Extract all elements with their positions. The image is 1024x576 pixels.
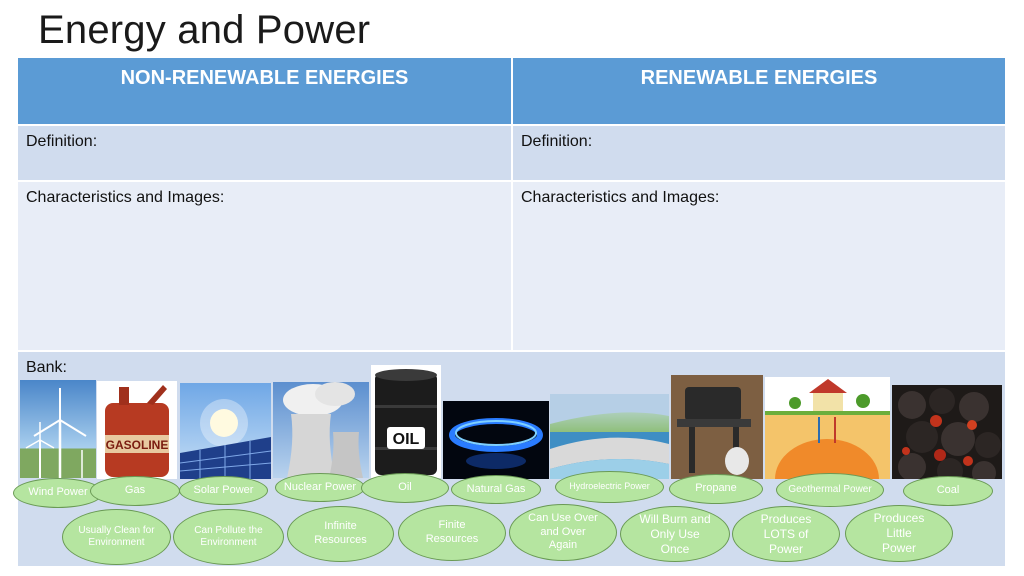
card-gas[interactable]: Gas [90,476,180,506]
card-propane[interactable]: Propane [669,474,763,504]
geothermal-image [765,377,890,479]
header-non-renewable: NON-RENEWABLE ENERGIES [17,57,512,125]
definition-right: Definition: [512,125,1006,181]
svg-text:GASOLINE: GASOLINE [106,438,169,452]
wind-turbines-image [20,380,96,478]
card-oil[interactable]: Oil [361,473,449,503]
coal-image [892,385,1002,479]
solar-panel-image [180,383,271,479]
card-coal[interactable]: Coal [903,476,993,506]
gasoline-can-image: GASOLINE [97,381,177,479]
card-can-pollute[interactable]: Can Pollute the Environment [173,509,284,565]
gas-burner-image [443,401,549,479]
definition-left: Definition: [17,125,512,181]
card-usually-clean[interactable]: Usually Clean for Environment [62,509,171,565]
card-natural-gas[interactable]: Natural Gas [451,475,541,504]
oil-barrel-image: OIL [371,365,441,478]
characteristics-left: Characteristics and Images: [17,181,512,351]
nuclear-towers-image [273,382,369,478]
card-produces-lots-power[interactable]: Produces LOTS of Power [732,506,840,562]
hydroelectric-dam-image [550,394,669,479]
card-hydroelectric-power[interactable]: Hydroelectric Power [555,471,664,503]
svg-text:OIL: OIL [393,431,420,448]
page-title: Energy and Power [38,8,371,52]
card-geothermal-power[interactable]: Geothermal Power [776,473,884,507]
card-infinite-resources[interactable]: Infinite Resources [287,506,394,562]
card-can-use-over-again[interactable]: Can Use Over and Over Again [509,504,617,561]
card-produces-little-power[interactable]: Produces Little Power [845,505,953,562]
characteristics-right: Characteristics and Images: [512,181,1006,351]
bank-label: Bank: [26,359,67,376]
card-solar-power[interactable]: Solar Power [179,476,268,505]
card-nuclear-power[interactable]: Nuclear Power [275,473,365,502]
propane-grill-image [671,375,763,479]
header-renewable: RENEWABLE ENERGIES [512,57,1006,125]
card-finite-resources[interactable]: Finite Resources [398,505,506,561]
card-burn-use-once[interactable]: Will Burn and Only Use Once [620,506,730,562]
